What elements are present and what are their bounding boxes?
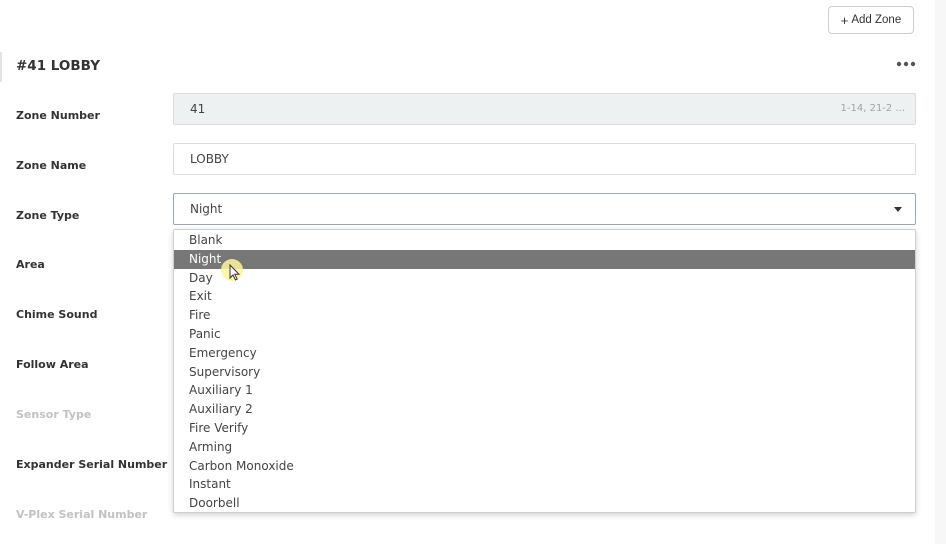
add-zone-label: Add Zone bbox=[851, 14, 902, 26]
zone-type-value: Night bbox=[190, 202, 223, 216]
zone-title: #41 LOBBY bbox=[16, 58, 101, 74]
zone-type-option[interactable]: Auxiliary 2 bbox=[174, 400, 915, 419]
zone-name-input[interactable]: LOBBY bbox=[173, 143, 916, 175]
zone-type-option[interactable]: Day bbox=[174, 269, 915, 288]
zone-type-option[interactable]: Fire Verify bbox=[174, 419, 915, 438]
zone-name-label: Zone Name bbox=[16, 159, 87, 172]
zone-type-option[interactable]: Exit bbox=[174, 287, 915, 306]
vplex-serial-label: V-Plex Serial Number bbox=[16, 508, 148, 521]
add-zone-button[interactable]: + Add Zone bbox=[828, 6, 914, 34]
plus-icon: + bbox=[840, 12, 849, 28]
zone-type-select[interactable]: Night bbox=[173, 193, 916, 225]
follow-area-label: Follow Area bbox=[16, 358, 89, 371]
zone-type-option[interactable]: Emergency bbox=[174, 344, 915, 363]
zone-number-value: 41 bbox=[190, 102, 206, 116]
zone-type-option[interactable]: Fire bbox=[174, 306, 915, 325]
expander-serial-label: Expander Serial Number bbox=[16, 458, 168, 471]
sensor-type-label: Sensor Type bbox=[16, 408, 92, 421]
zone-type-label: Zone Type bbox=[16, 209, 80, 222]
zone-type-option[interactable]: Panic bbox=[174, 325, 915, 344]
chime-sound-label: Chime Sound bbox=[16, 308, 98, 321]
zone-type-option[interactable]: Arming bbox=[174, 438, 915, 457]
zone-number-label: Zone Number bbox=[16, 109, 100, 122]
section-indicator bbox=[0, 52, 2, 82]
page-scrollbar[interactable] bbox=[935, 0, 946, 544]
zone-type-option[interactable]: Night bbox=[174, 249, 915, 269]
zone-type-option[interactable]: Auxiliary 1 bbox=[174, 381, 915, 400]
zone-type-option[interactable]: Instant bbox=[174, 475, 915, 494]
zone-type-dropdown[interactable]: Blank Night Day Exit Fire Panic Emergency Super… bbox=[173, 229, 916, 513]
zone-type-option[interactable]: Supervisory bbox=[174, 363, 915, 382]
zone-type-option[interactable]: Blank bbox=[174, 231, 915, 250]
area-label: Area bbox=[16, 258, 45, 271]
zone-type-option[interactable]: Carbon Monoxide bbox=[174, 457, 915, 476]
zone-number-hint: 1-14, 21-2 ... bbox=[840, 103, 905, 114]
more-horizontal-icon[interactable] bbox=[895, 57, 917, 71]
zone-number-field: 41 1-14, 21-2 ... bbox=[173, 93, 916, 125]
caret-down-icon bbox=[894, 207, 902, 212]
zone-name-value: LOBBY bbox=[190, 152, 229, 166]
zone-type-option[interactable]: Doorbell bbox=[174, 494, 915, 513]
